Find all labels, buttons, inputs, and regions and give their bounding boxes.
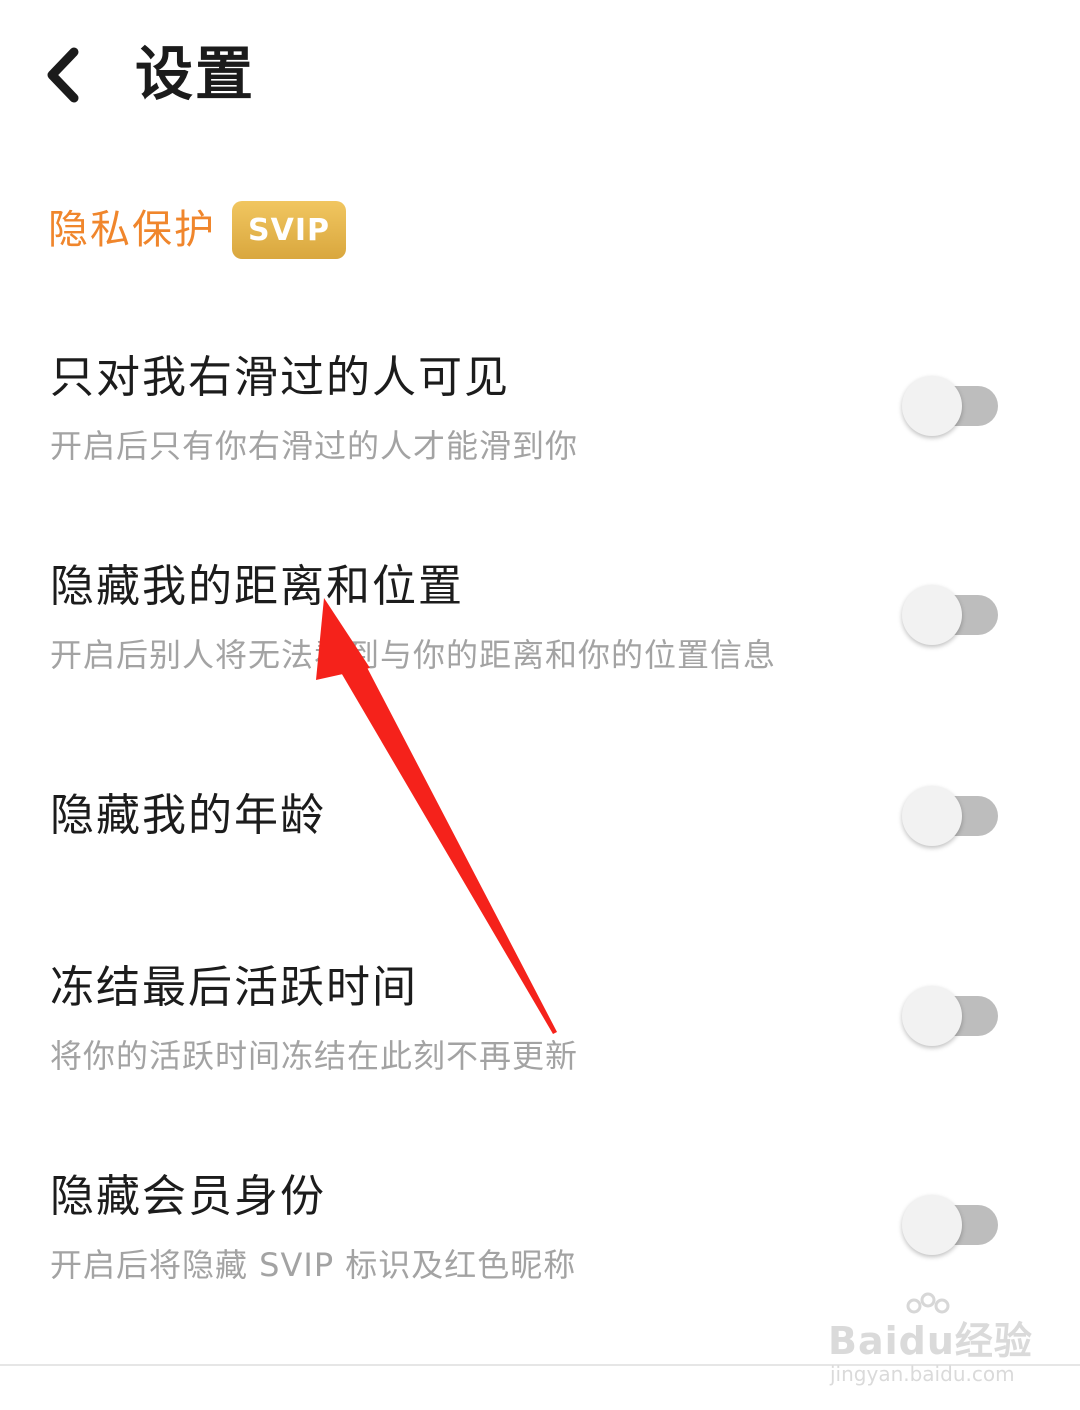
setting-row-hide-distance: 隐藏我的距离和位置 开启后别人将无法看到与你的距离和你的位置信息	[0, 559, 1080, 689]
section-title: 隐私保护	[48, 207, 216, 253]
setting-row-freeze-active-time: 冻结最后活跃时间 将你的活跃时间冻结在此刻不再更新	[0, 960, 1080, 1090]
back-button[interactable]	[38, 40, 98, 110]
toggle-knob	[902, 376, 962, 436]
toggle-knob	[902, 585, 962, 645]
svip-badge: SVIP	[232, 201, 346, 259]
watermark-url: jingyan.baidu.com	[830, 1362, 1015, 1386]
setting-title: 只对我右滑过的人可见	[50, 352, 510, 403]
chevron-left-icon	[47, 47, 79, 103]
toggle-knob	[902, 786, 962, 846]
setting-title: 隐藏会员身份	[50, 1171, 326, 1222]
setting-row-hide-membership: 隐藏会员身份 开启后将隐藏 SVIP 标识及红色昵称	[0, 1169, 1080, 1299]
watermark-brand: Baidu经验	[828, 1319, 1033, 1363]
toggle-freeze-active-time[interactable]	[900, 984, 1000, 1048]
toggle-knob	[902, 1195, 962, 1255]
setting-title: 隐藏我的年龄	[50, 790, 326, 841]
top-bar: 设置	[0, 0, 1080, 150]
watermark: Baidu经验 jingyan.baidu.com	[828, 1292, 1032, 1392]
toggle-hide-age[interactable]	[900, 784, 1000, 848]
toggle-knob	[902, 986, 962, 1046]
setting-subtitle: 将你的活跃时间冻结在此刻不再更新	[50, 1037, 579, 1075]
setting-subtitle: 开启后只有你右滑过的人才能滑到你	[50, 427, 579, 465]
setting-title: 隐藏我的距离和位置	[50, 561, 464, 612]
setting-title: 冻结最后活跃时间	[50, 962, 418, 1013]
toggle-visible-to-swiped[interactable]	[900, 374, 1000, 438]
toggle-hide-distance[interactable]	[900, 583, 1000, 647]
privacy-section-header: 隐私保护 SVIP	[48, 200, 346, 260]
setting-subtitle: 开启后将隐藏 SVIP 标识及红色昵称	[50, 1246, 577, 1284]
setting-row-visible-to-swiped: 只对我右滑过的人可见 开启后只有你右滑过的人才能滑到你	[0, 350, 1080, 480]
page-title: 设置	[135, 40, 256, 108]
setting-subtitle: 开启后别人将无法看到与你的距离和你的位置信息	[50, 636, 777, 674]
setting-row-hide-age: 隐藏我的年龄	[0, 786, 1080, 868]
toggle-hide-membership[interactable]	[900, 1193, 1000, 1257]
